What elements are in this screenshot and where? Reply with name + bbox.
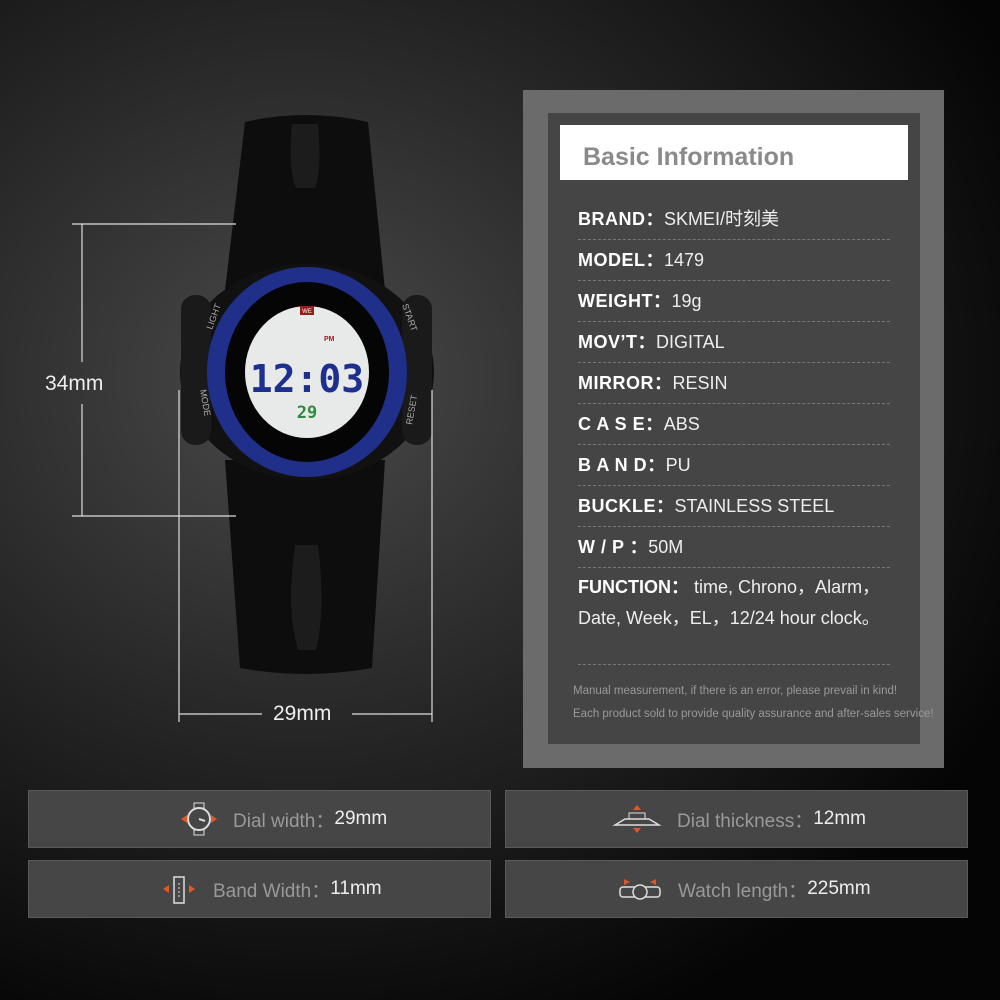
watch-length-icon: [619, 879, 661, 900]
dial-thickness-icon: [612, 805, 662, 833]
info-row: WEIGHT：19g: [578, 281, 890, 322]
info-value: RESIN: [672, 373, 728, 393]
note-service: Each product sold to provide quality ass…: [573, 708, 934, 720]
info-label: BUCKLE：: [578, 496, 675, 516]
spec-band-width: Band Width： 11mm: [28, 860, 491, 918]
info-row: MOV’T：DIGITAL: [578, 322, 890, 363]
info-label: B A N D：: [578, 455, 666, 475]
info-label: MOV’T：: [578, 332, 656, 352]
info-value: DIGITAL: [656, 332, 725, 352]
function-row: FUNCTION： time, Chrono，Alarm，Date, Week，…: [578, 572, 908, 634]
info-row: BUCKLE：STAINLESS STEEL: [578, 486, 890, 527]
info-row: MODEL：1479: [578, 240, 890, 281]
info-value: 1479: [664, 250, 705, 270]
dial-width-icon: [181, 802, 217, 836]
info-row: C A S E：ABS: [578, 404, 890, 445]
info-label: C A S E：: [578, 414, 664, 434]
info-value: PU: [665, 455, 691, 475]
spec-value: 225mm: [807, 878, 871, 899]
spec-dial-width: Dial width： 29mm: [28, 790, 491, 848]
info-label: W / P ：: [578, 537, 649, 557]
info-label: MODEL：: [578, 250, 664, 270]
spec-label: Band Width：: [213, 880, 331, 902]
spec-label: Dial thickness：: [677, 810, 814, 832]
info-value: 50M: [648, 537, 684, 557]
divider: [578, 664, 890, 665]
info-row: B A N D：PU: [578, 445, 890, 486]
info-value: ABS: [663, 414, 700, 434]
info-row: MIRROR：RESIN: [578, 363, 890, 404]
spec-value: 29mm: [334, 808, 388, 829]
spec-value: 11mm: [330, 878, 382, 899]
band-width-icon: [163, 876, 195, 904]
function-label: FUNCTION：: [578, 577, 689, 597]
watch-date: 29: [297, 403, 317, 423]
note-measurement: Manual measurement, if there is an error…: [573, 685, 898, 697]
info-row: W / P ：50M: [578, 527, 890, 568]
info-value: SKMEI/时刻美: [664, 209, 780, 229]
info-row: BRAND：SKMEI/时刻美: [578, 199, 890, 240]
spec-label: Dial width：: [233, 810, 335, 832]
info-label: BRAND：: [578, 209, 664, 229]
height-dimension: 34mm: [45, 372, 104, 395]
watch-meridiem: PM: [324, 336, 335, 343]
spec-label: Watch length：: [678, 880, 808, 902]
info-value: STAINLESS STEEL: [674, 496, 835, 516]
info-label: WEIGHT：: [578, 291, 672, 311]
width-dimension: 29mm: [273, 702, 332, 725]
spec-dial-thickness: Dial thickness： 12mm: [505, 790, 968, 848]
watch-time: 12:03: [250, 357, 364, 401]
watch-active-day: WE: [302, 309, 312, 315]
spec-watch-length: Watch length： 225mm: [505, 860, 968, 918]
info-title: Basic Information: [560, 125, 908, 180]
info-label: MIRROR：: [578, 373, 673, 393]
info-value: 19g: [671, 291, 702, 311]
spec-value: 12mm: [813, 808, 867, 829]
